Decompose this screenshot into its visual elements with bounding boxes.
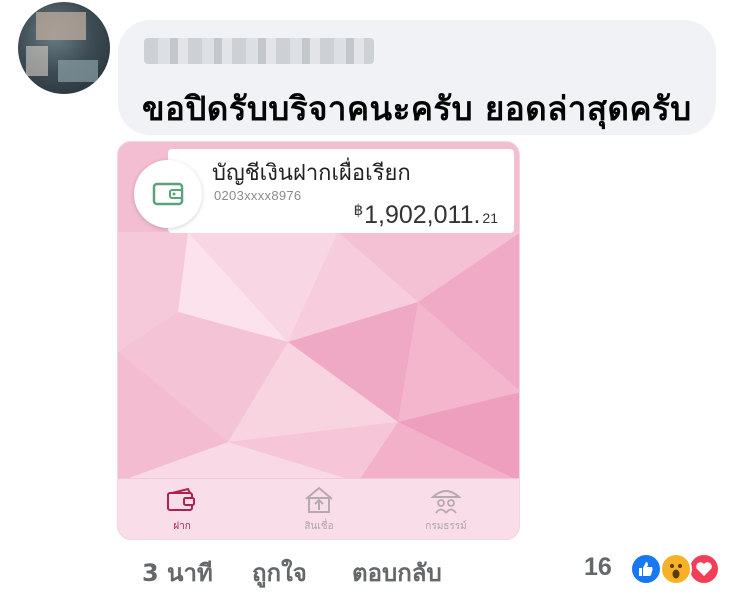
account-balance: ฿1,902,011. 21: [354, 201, 498, 230]
balance-decimals: 21: [482, 210, 498, 226]
comment-actions: 3 นาที ถูกใจ ตอบกลับ 16: [0, 553, 750, 589]
account-type-label: บัญชีเงินฝากเผื่อเรียก: [212, 161, 411, 186]
tab-label: กรมธรรม์: [425, 521, 467, 532]
love-icon: [688, 553, 720, 585]
tab-label: สินเชื่อ: [304, 521, 334, 532]
like-button[interactable]: ถูกใจ: [252, 553, 307, 592]
umbrella-family-icon: [430, 490, 462, 514]
balance-main: 1,902,011.: [364, 201, 481, 229]
reaction-summary[interactable]: [626, 553, 726, 587]
account-summary-panel[interactable]: บัญชีเงินฝากเผื่อเรียก 0203xxxx8976 ฿1,9…: [168, 149, 514, 233]
currency-symbol: ฿: [353, 202, 364, 219]
bottom-tab-bar: ฝาก สินเชื่อ กรมธรรม์: [118, 478, 519, 539]
wallet-icon: [167, 487, 195, 511]
reply-button[interactable]: ตอบกลับ: [352, 553, 442, 592]
avatar-blur-block: [58, 60, 98, 82]
avatar-blur-block: [26, 46, 48, 76]
wow-icon: [660, 553, 692, 585]
tab-insurance[interactable]: กรมธรรม์: [406, 483, 486, 534]
like-icon: [630, 553, 662, 585]
tab-label: ฝาก: [173, 521, 191, 532]
commenter-name-redacted[interactable]: [144, 38, 374, 64]
avatar-blur-block: [36, 12, 86, 40]
wallet-icon: [152, 182, 184, 206]
tab-deposit[interactable]: ฝาก: [142, 483, 222, 534]
account-number: 0203xxxx8976: [214, 188, 302, 203]
comment-text: ขอปิดรับบริจาคนะครับ ยอดล่าสุดครับ: [142, 89, 692, 128]
attachment-image[interactable]: บัญชีเงินฝากเผื่อเรียก 0203xxxx8976 ฿1,9…: [117, 141, 520, 540]
comment-timestamp[interactable]: 3 นาที: [142, 553, 213, 592]
reaction-count[interactable]: 16: [584, 553, 612, 582]
wallet-badge: [134, 160, 202, 228]
comment-bubble: ขอปิดรับบริจาคนะครับ ยอดล่าสุดครับ: [118, 20, 716, 135]
tab-loan[interactable]: สินเชื่อ: [279, 483, 359, 534]
commenter-avatar[interactable]: [18, 2, 110, 94]
house-arrow-icon: [305, 486, 333, 513]
